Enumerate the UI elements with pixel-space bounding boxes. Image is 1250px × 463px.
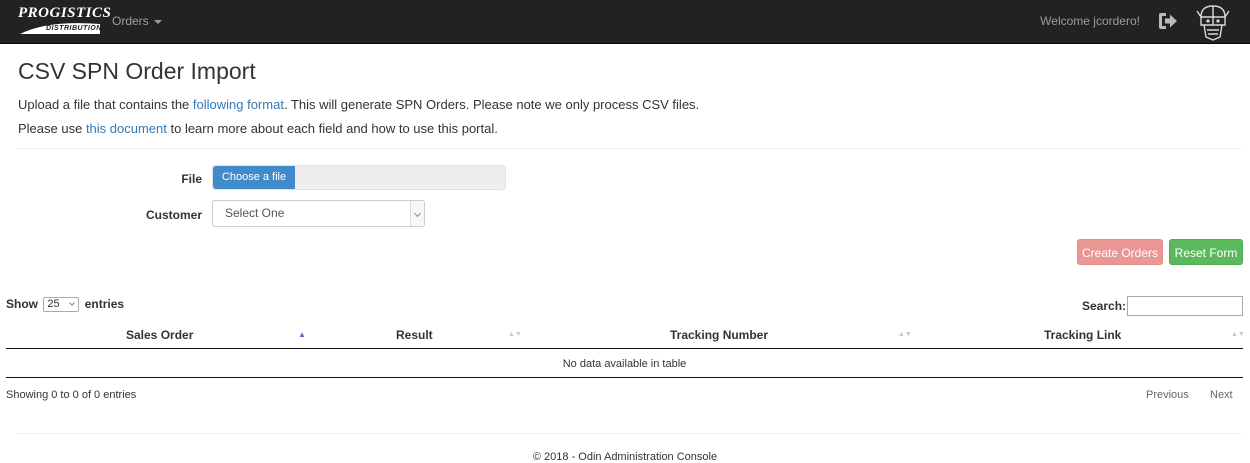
column-header-result[interactable]: Result ▲▼ <box>312 322 522 348</box>
next-page-button[interactable]: Next <box>1210 389 1233 401</box>
table-row-empty: No data available in table <box>6 350 1243 378</box>
orders-menu[interactable]: Orders <box>112 14 163 28</box>
file-input[interactable]: Choose a file <box>212 165 506 190</box>
column-header-tracking-number[interactable]: Tracking Number ▲▼ <box>522 322 912 348</box>
customer-select[interactable]: Select One <box>212 200 425 227</box>
page-length-value: 25 <box>47 298 60 311</box>
sign-out-icon[interactable] <box>1158 12 1178 30</box>
document-instructions-prefix: Please use <box>18 121 86 136</box>
file-label: File <box>181 172 202 186</box>
column-header-label: Result <box>396 328 433 342</box>
page-title: CSV SPN Order Import <box>18 58 256 84</box>
reset-form-button[interactable]: Reset Form <box>1169 239 1243 265</box>
column-header-label: Tracking Number <box>670 328 769 342</box>
document-instructions-suffix: to learn more about each field and how t… <box>166 121 498 136</box>
upload-instructions-suffix: . This will generate SPN Orders. Please … <box>283 97 700 112</box>
previous-page-button[interactable]: Previous <box>1146 389 1189 401</box>
table-info: Showing 0 to 0 of 0 entries <box>6 389 137 401</box>
entries-label: entries <box>84 297 125 311</box>
welcome-text: Welcome jcordero! <box>1040 14 1140 28</box>
orders-menu-label: Orders <box>112 14 149 28</box>
show-entries-control: Show 25 entries <box>6 297 125 313</box>
customer-select-value: Select One <box>225 206 285 220</box>
search-input[interactable] <box>1127 296 1243 316</box>
page-length-select[interactable]: 25 <box>43 297 80 313</box>
brand-logo-subtitle: DISTRIBUTION <box>46 25 102 32</box>
sort-icon: ▲▼ <box>508 331 522 338</box>
column-header-sales-order[interactable]: Sales Order ▲ <box>6 322 312 348</box>
sort-asc-icon: ▲ <box>298 330 306 339</box>
upload-instructions-prefix: Upload a file that contains the <box>18 97 193 112</box>
table-header: Sales Order ▲ Result ▲▼ Tracking Number … <box>6 322 1245 349</box>
following-format-link[interactable]: following format <box>193 97 284 112</box>
top-navbar: PROGISTICS DISTRIBUTION Orders Welcome j… <box>0 0 1250 44</box>
viking-helmet-icon[interactable] <box>1195 3 1231 41</box>
sort-icon: ▲▼ <box>1231 331 1245 338</box>
column-header-label: Sales Order <box>126 328 194 342</box>
divider <box>16 148 1242 149</box>
chevron-down-icon <box>413 209 422 218</box>
chevron-down-icon <box>69 300 76 307</box>
brand-logo-title: PROGISTICS <box>18 5 112 21</box>
divider <box>16 433 1242 434</box>
column-header-tracking-link[interactable]: Tracking Link ▲▼ <box>908 322 1245 348</box>
document-instructions: Please use this document to learn more a… <box>18 121 498 136</box>
create-orders-button[interactable]: Create Orders <box>1077 239 1163 265</box>
select-arrow[interactable] <box>410 201 424 226</box>
upload-instructions: Upload a file that contains the followin… <box>18 97 699 112</box>
footer-text: © 2018 - Odin Administration Console <box>532 451 718 463</box>
choose-file-button[interactable]: Choose a file <box>213 166 295 189</box>
show-label: Show <box>6 297 38 311</box>
this-document-link[interactable]: this document <box>86 121 167 136</box>
caret-down-icon <box>154 19 163 24</box>
search-label: Search: <box>1082 299 1127 313</box>
column-header-label: Tracking Link <box>1044 328 1122 342</box>
brand-logo[interactable]: PROGISTICS DISTRIBUTION <box>18 5 111 37</box>
customer-label: Customer <box>145 208 202 222</box>
